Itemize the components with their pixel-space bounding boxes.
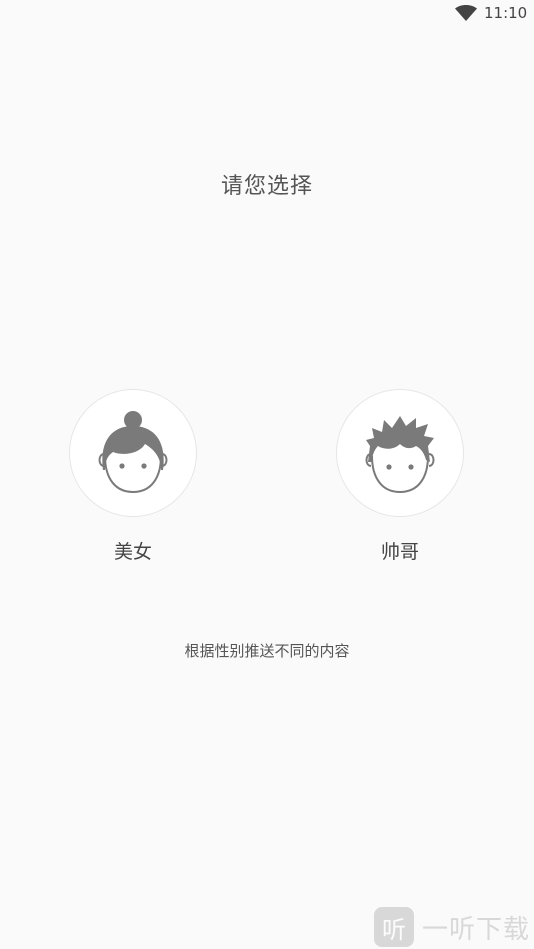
status-time: 11:10: [484, 4, 528, 22]
male-avatar-circle[interactable]: [336, 389, 464, 517]
page-title: 请您选择: [220, 174, 313, 199]
watermark-logo-icon: 听: [374, 907, 414, 947]
girl-avatar-icon: [98, 411, 168, 494]
watermark: 听 一听下载: [374, 907, 530, 947]
boy-avatar-icon: [365, 416, 435, 494]
watermark-text: 一听下载: [422, 914, 531, 945]
female-choice-button[interactable]: 美女: [69, 389, 197, 564]
female-choice-label[interactable]: 美女: [69, 537, 197, 564]
subtitle-text: 根据性别推送不同的内容: [184, 642, 350, 660]
male-choice-label[interactable]: 帅哥: [336, 537, 464, 564]
male-choice-button[interactable]: 帅哥: [336, 389, 464, 564]
status-bar: 11:10: [0, 0, 534, 28]
wifi-icon: [455, 5, 477, 21]
female-avatar-circle[interactable]: [69, 389, 197, 517]
gender-selection-screen: 11:10 请您选择 美女 帅哥 根据性别推送不同的内容 听 一听下载: [0, 0, 534, 949]
